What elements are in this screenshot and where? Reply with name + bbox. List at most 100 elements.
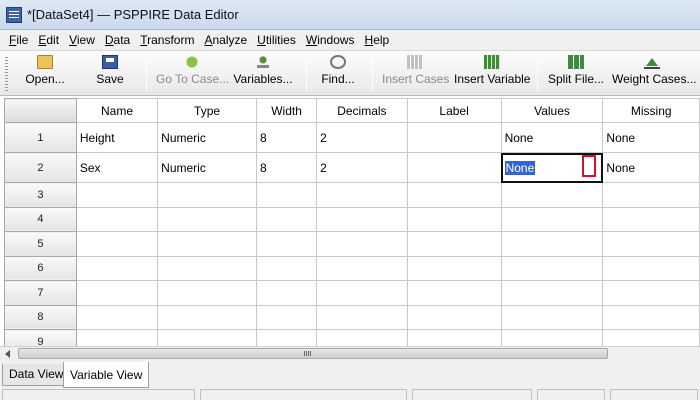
cell-type[interactable]: Numeric	[157, 152, 257, 183]
menu-file[interactable]: File	[4, 30, 33, 50]
empty-cell[interactable]	[157, 231, 257, 257]
empty-cell[interactable]	[75, 329, 159, 346]
column-header-type[interactable]: Type	[157, 98, 257, 123]
empty-cell[interactable]	[602, 231, 700, 257]
row-header[interactable]: 8	[4, 304, 77, 330]
column-header-decimals[interactable]: Decimals	[316, 98, 408, 123]
empty-cell[interactable]	[406, 304, 502, 330]
menu-analyze[interactable]: Analyze	[199, 30, 252, 50]
weight-cases-button[interactable]: Weight Cases...	[612, 55, 696, 93]
find-button[interactable]: Find...	[318, 55, 358, 93]
empty-cell[interactable]	[255, 280, 318, 306]
empty-cell[interactable]	[255, 206, 318, 232]
scrollbar-thumb[interactable]	[18, 348, 608, 359]
grid-corner[interactable]	[4, 98, 77, 123]
empty-cell[interactable]	[75, 280, 159, 306]
empty-cell[interactable]	[157, 182, 257, 208]
row-header[interactable]: 1	[4, 122, 77, 153]
empty-cell[interactable]	[316, 255, 408, 281]
empty-cell[interactable]	[75, 206, 159, 232]
menu-view[interactable]: View	[64, 30, 100, 50]
cell-name[interactable]: Sex	[75, 152, 159, 183]
empty-cell[interactable]	[500, 182, 604, 208]
row-header[interactable]: 6	[4, 255, 77, 281]
empty-cell[interactable]	[316, 280, 408, 306]
empty-cell[interactable]	[255, 329, 318, 346]
split-file-button[interactable]: Split File...	[546, 55, 606, 93]
cell-values-selected-text[interactable]: None	[504, 160, 536, 175]
menu-transform[interactable]: Transform	[135, 30, 199, 50]
empty-cell[interactable]	[406, 280, 502, 306]
insert-variable-button[interactable]: Insert Variable	[454, 55, 530, 93]
empty-cell[interactable]	[602, 329, 700, 346]
empty-cell[interactable]	[500, 206, 604, 232]
variables-button[interactable]: Variables...	[233, 55, 293, 93]
empty-cell[interactable]	[157, 304, 257, 330]
empty-cell[interactable]	[157, 255, 257, 281]
empty-cell[interactable]	[255, 255, 318, 281]
empty-cell[interactable]	[255, 231, 318, 257]
cell-missing[interactable]: None	[602, 122, 700, 153]
empty-cell[interactable]	[316, 304, 408, 330]
save-button[interactable]: Save	[90, 55, 130, 93]
row-header[interactable]: 5	[4, 231, 77, 257]
cell-label[interactable]	[406, 152, 502, 183]
empty-cell[interactable]	[500, 255, 604, 281]
empty-cell[interactable]	[406, 255, 502, 281]
toolbar-grip[interactable]	[5, 57, 8, 91]
empty-cell[interactable]	[316, 231, 408, 257]
cell-width[interactable]: 8	[255, 122, 318, 153]
cell-decimals[interactable]: 2	[316, 122, 408, 153]
cell-values[interactable]: None	[500, 122, 604, 153]
cell-decimals[interactable]: 2	[316, 152, 408, 183]
empty-cell[interactable]	[602, 255, 700, 281]
row-header[interactable]: 2	[4, 152, 77, 183]
row-header[interactable]: 7	[4, 280, 77, 306]
cell-width[interactable]: 8	[255, 152, 318, 183]
empty-cell[interactable]	[316, 206, 408, 232]
empty-cell[interactable]	[316, 329, 408, 346]
open-button[interactable]: Open...	[22, 55, 68, 93]
cell-name[interactable]: Height	[75, 122, 159, 153]
column-header-values[interactable]: Values	[500, 98, 604, 123]
row-header[interactable]: 4	[4, 206, 77, 232]
empty-cell[interactable]	[316, 182, 408, 208]
empty-cell[interactable]	[406, 231, 502, 257]
cell-label[interactable]	[406, 122, 502, 153]
menu-utilities[interactable]: Utilities	[252, 30, 301, 50]
empty-cell[interactable]	[602, 206, 700, 232]
menu-help[interactable]: Help	[360, 30, 395, 50]
empty-cell[interactable]	[157, 280, 257, 306]
tab-variable-view[interactable]: Variable View	[63, 362, 150, 388]
horizontal-scrollbar[interactable]	[0, 346, 700, 360]
empty-cell[interactable]	[406, 206, 502, 232]
cell-type[interactable]: Numeric	[157, 122, 257, 153]
row-header[interactable]: 9	[4, 329, 77, 346]
value-labels-dialog-button[interactable]	[582, 155, 597, 177]
tab-data-view[interactable]: Data View	[2, 364, 71, 386]
menu-edit[interactable]: Edit	[33, 30, 64, 50]
cell-values-active[interactable]: None	[500, 152, 604, 183]
empty-cell[interactable]	[406, 329, 502, 346]
empty-cell[interactable]	[157, 206, 257, 232]
scroll-left-arrow-icon[interactable]	[5, 350, 10, 358]
cell-missing[interactable]: None	[602, 152, 700, 183]
empty-cell[interactable]	[500, 280, 604, 306]
empty-cell[interactable]	[500, 304, 604, 330]
column-header-missing[interactable]: Missing	[602, 98, 700, 123]
goto-case-button[interactable]: Go To Case...	[156, 55, 229, 93]
empty-cell[interactable]	[602, 304, 700, 330]
empty-cell[interactable]	[75, 231, 159, 257]
empty-cell[interactable]	[255, 304, 318, 330]
column-header-name[interactable]: Name	[75, 98, 159, 123]
menu-data[interactable]: Data	[100, 30, 135, 50]
row-header[interactable]: 3	[4, 182, 77, 208]
empty-cell[interactable]	[602, 182, 700, 208]
empty-cell[interactable]	[500, 231, 604, 257]
empty-cell[interactable]	[602, 280, 700, 306]
empty-cell[interactable]	[75, 255, 159, 281]
insert-cases-button[interactable]: Insert Cases	[382, 55, 449, 93]
menu-windows[interactable]: Windows	[301, 30, 360, 50]
empty-cell[interactable]	[75, 182, 159, 208]
empty-cell[interactable]	[406, 182, 502, 208]
